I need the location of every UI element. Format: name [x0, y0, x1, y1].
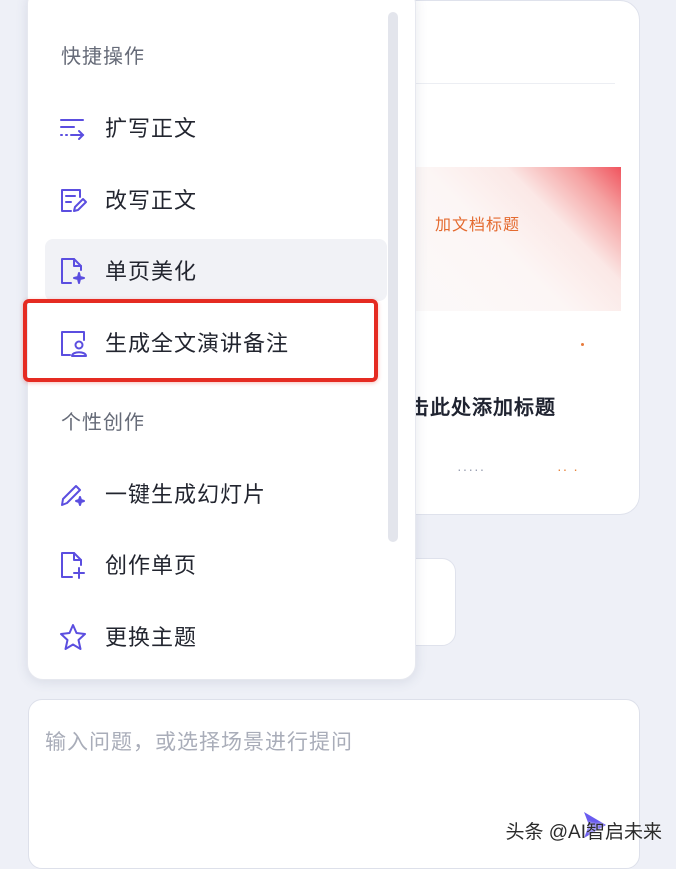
new-page-icon — [61, 552, 85, 579]
menu-item-beautify-page[interactable]: 单页美化 — [45, 239, 387, 301]
menu-scrollbar[interactable] — [388, 12, 398, 542]
slide-thumb-title: 加文档标题 — [435, 215, 521, 234]
menu-item-create-page[interactable]: 创作单页 — [45, 533, 387, 595]
card-dot — [581, 343, 584, 346]
menu-item-one-click-slides[interactable]: 一键生成幻灯片 — [45, 462, 387, 524]
menu-item-label: 更换主题 — [105, 625, 198, 650]
slide-card[interactable]: 加文档标题 击此处添加标题 ····· ·· · — [380, 0, 640, 515]
slide-pagination-dots: ····· — [457, 461, 486, 477]
menu-item-expand-text[interactable]: 扩写正文 — [45, 96, 387, 158]
menu-item-label: 创作单页 — [105, 553, 198, 578]
card-divider — [405, 83, 615, 84]
section-title-quick-actions: 快捷操作 — [61, 46, 145, 68]
menu-item-label: 一键生成幻灯片 — [105, 482, 267, 507]
section-title-creative: 个性创作 — [61, 412, 145, 434]
slide-title: 击此处添加标题 — [409, 397, 556, 419]
star-theme-icon — [60, 624, 86, 650]
slide-pagination-dots-accent: ·· · — [557, 461, 579, 477]
menu-item-label: 扩写正文 — [105, 116, 198, 141]
menu-item-label: 单页美化 — [105, 259, 198, 284]
pen-sparkle-icon — [61, 485, 85, 506]
slide-thumbnail[interactable]: 加文档标题 — [405, 167, 621, 311]
menu-item-rewrite-text[interactable]: 改写正文 — [45, 168, 387, 230]
menu-item-label: 改写正文 — [105, 188, 198, 213]
beautify-page-icon — [61, 258, 85, 284]
menu-item-change-theme[interactable]: 更换主题 — [45, 605, 387, 667]
expand-text-icon — [60, 119, 85, 140]
highlight-box — [23, 299, 378, 382]
rewrite-icon — [61, 189, 87, 212]
question-input-placeholder[interactable]: 输入问题，或选择场景进行提问 — [45, 726, 353, 756]
watermark: 头条 @AI智启未来 — [505, 822, 662, 843]
